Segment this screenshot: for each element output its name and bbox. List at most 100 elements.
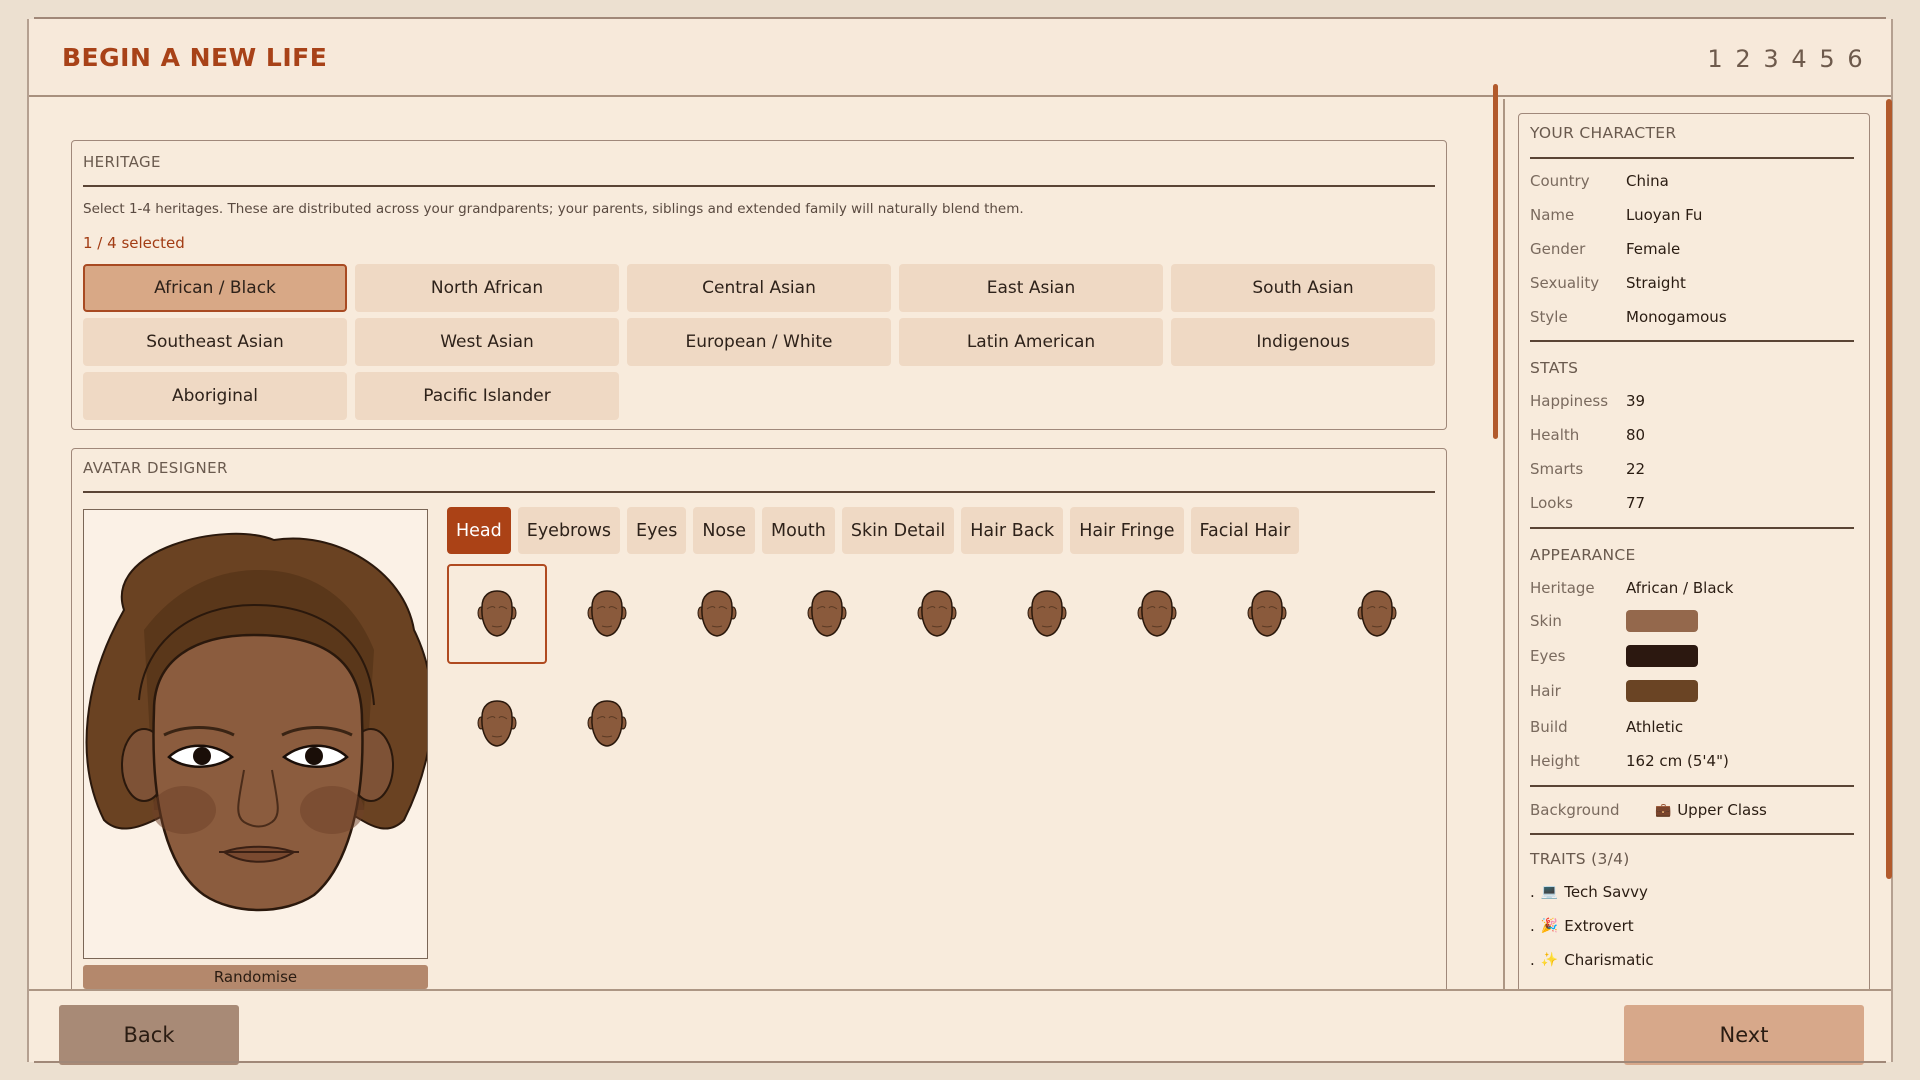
skin-color-swatch (1626, 610, 1698, 632)
info-value: China (1626, 172, 1669, 190)
divider (83, 185, 1435, 187)
stat-row-health: Health 80 (1530, 426, 1645, 444)
appearance-value: Athletic (1626, 718, 1684, 736)
head-shape-icon (917, 590, 957, 637)
background-label: Background (1530, 801, 1620, 819)
heritage-option-button[interactable]: African / Black (83, 264, 347, 312)
header-bar: BEGIN A NEW LIFE 123456 (29, 19, 1891, 97)
stat-value: 39 (1626, 392, 1646, 410)
game-window: BEGIN A NEW LIFE 123456 HERITAGE Select … (27, 19, 1893, 1065)
info-row-gender: Gender Female (1530, 240, 1680, 258)
heritage-option-button[interactable]: Central Asian (627, 264, 891, 312)
heritage-description: Select 1-4 heritages. These are distribu… (83, 201, 1024, 217)
party-popper-icon: 🎉 (1540, 918, 1559, 934)
head-shape-option[interactable] (1107, 564, 1207, 664)
heritage-option-button[interactable]: Latin American (899, 318, 1163, 366)
back-button[interactable]: Back (59, 1005, 239, 1065)
heritage-option-button[interactable]: European / White (627, 318, 891, 366)
tab-hair-fringe[interactable]: Hair Fringe (1070, 507, 1184, 554)
tab-mouth[interactable]: Mouth (762, 507, 835, 554)
avatar-portrait (83, 509, 428, 959)
head-shape-option[interactable] (557, 674, 657, 774)
character-title: YOUR CHARACTER (1530, 124, 1677, 142)
divider (1530, 527, 1854, 529)
computer-icon: 💻 (1540, 884, 1559, 900)
head-shape-option[interactable] (997, 564, 1097, 664)
stat-label: Looks (1530, 494, 1573, 512)
head-shape-icon (477, 590, 517, 637)
heritage-option-button[interactable]: West Asian (355, 318, 619, 366)
appearance-value: African / Black (1626, 579, 1734, 597)
page-title: BEGIN A NEW LIFE (62, 43, 328, 72)
tab-facial-hair[interactable]: Facial Hair (1190, 507, 1300, 554)
tab-head[interactable]: Head (447, 507, 511, 554)
step-1[interactable]: 1 (1707, 45, 1723, 73)
tab-nose[interactable]: Nose (693, 507, 756, 554)
heritage-option-button[interactable]: East Asian (899, 264, 1163, 312)
info-value: Female (1626, 240, 1681, 258)
step-6[interactable]: 6 (1847, 45, 1863, 73)
info-value: Straight (1626, 274, 1686, 292)
face (152, 633, 364, 912)
heritage-option-button[interactable]: Southeast Asian (83, 318, 347, 366)
head-shape-option[interactable] (447, 564, 547, 664)
stat-row-smarts: Smarts 22 (1530, 460, 1645, 478)
avatar-designer-panel: AVATAR DESIGNER Randomise Head Eyebrows … (71, 448, 1447, 989)
info-label: Country (1530, 172, 1590, 190)
head-shape-option[interactable] (447, 674, 547, 774)
step-3[interactable]: 3 (1763, 45, 1779, 73)
sparkles-icon: ✨ (1540, 952, 1559, 968)
step-2[interactable]: 2 (1735, 45, 1751, 73)
heritage-option-button[interactable]: Pacific Islander (355, 372, 619, 420)
appearance-row-hair: Hair (1530, 680, 1698, 702)
randomise-button[interactable]: Randomise (83, 965, 428, 989)
heritage-option-button[interactable]: North African (355, 264, 619, 312)
eye-color-swatch (1626, 645, 1698, 667)
heritage-selected-count: 1 / 4 selected (83, 234, 185, 252)
heritage-option-button[interactable]: Aboriginal (83, 372, 347, 420)
footer-divider (29, 989, 1891, 991)
appearance-row-eyes: Eyes (1530, 645, 1698, 667)
info-value: Luoyan Fu (1626, 206, 1703, 224)
tab-eyes[interactable]: Eyes (627, 507, 687, 554)
step-5[interactable]: 5 (1819, 45, 1835, 73)
trait-label: Charismatic (1564, 951, 1654, 969)
appearance-row-heritage: Heritage African / Black (1530, 579, 1733, 597)
head-shape-option[interactable] (777, 564, 877, 664)
heritage-options: African / Black North African Central Asia… (83, 264, 1435, 420)
avatar-designer-title: AVATAR DESIGNER (83, 459, 228, 477)
sidebar-scrollbar[interactable] (1886, 99, 1892, 879)
head-shape-icon (807, 590, 847, 637)
briefcase-icon: 💼 (1655, 802, 1672, 818)
tab-eyebrows[interactable]: Eyebrows (517, 507, 621, 554)
tab-skin-detail[interactable]: Skin Detail (841, 507, 955, 554)
stat-value: 80 (1626, 426, 1646, 444)
main-content[interactable]: HERITAGE Select 1-4 heritages. These are… (29, 99, 1503, 989)
stat-label: Happiness (1530, 392, 1609, 410)
main-scrollbar[interactable] (1493, 84, 1498, 439)
head-shape-option[interactable] (1217, 564, 1317, 664)
head-shape-icon (1027, 590, 1067, 637)
head-shape-option[interactable] (557, 564, 657, 664)
heritage-option-button[interactable]: South Asian (1171, 264, 1435, 312)
tab-hair-back[interactable]: Hair Back (961, 507, 1064, 554)
traits-title: TRAITS (3/4) (1530, 850, 1630, 868)
heritage-title: HERITAGE (83, 153, 161, 171)
trait-item: . 🎉 Extrovert (1530, 917, 1634, 935)
divider (1530, 157, 1854, 159)
head-shape-icon (587, 700, 627, 747)
appearance-label: Heritage (1530, 579, 1595, 597)
heritage-option-button[interactable]: Indigenous (1171, 318, 1435, 366)
avatar-part-tabs: Head Eyebrows Eyes Nose Mouth Skin Detail Hair… (447, 507, 1300, 554)
step-4[interactable]: 4 (1791, 45, 1807, 73)
appearance-label: Build (1530, 718, 1568, 736)
stats-title: STATS (1530, 359, 1579, 377)
head-shape-option[interactable] (667, 564, 767, 664)
head-shape-options (447, 564, 1427, 774)
head-shape-option[interactable] (1327, 564, 1427, 664)
info-row-country: Country China (1530, 172, 1669, 190)
info-row-sexuality: Sexuality Straight (1530, 274, 1686, 292)
character-sidebar[interactable]: YOUR CHARACTER Country China Name Luoyan… (1518, 113, 1897, 989)
head-shape-option[interactable] (887, 564, 987, 664)
next-button[interactable]: Next (1624, 1005, 1864, 1065)
